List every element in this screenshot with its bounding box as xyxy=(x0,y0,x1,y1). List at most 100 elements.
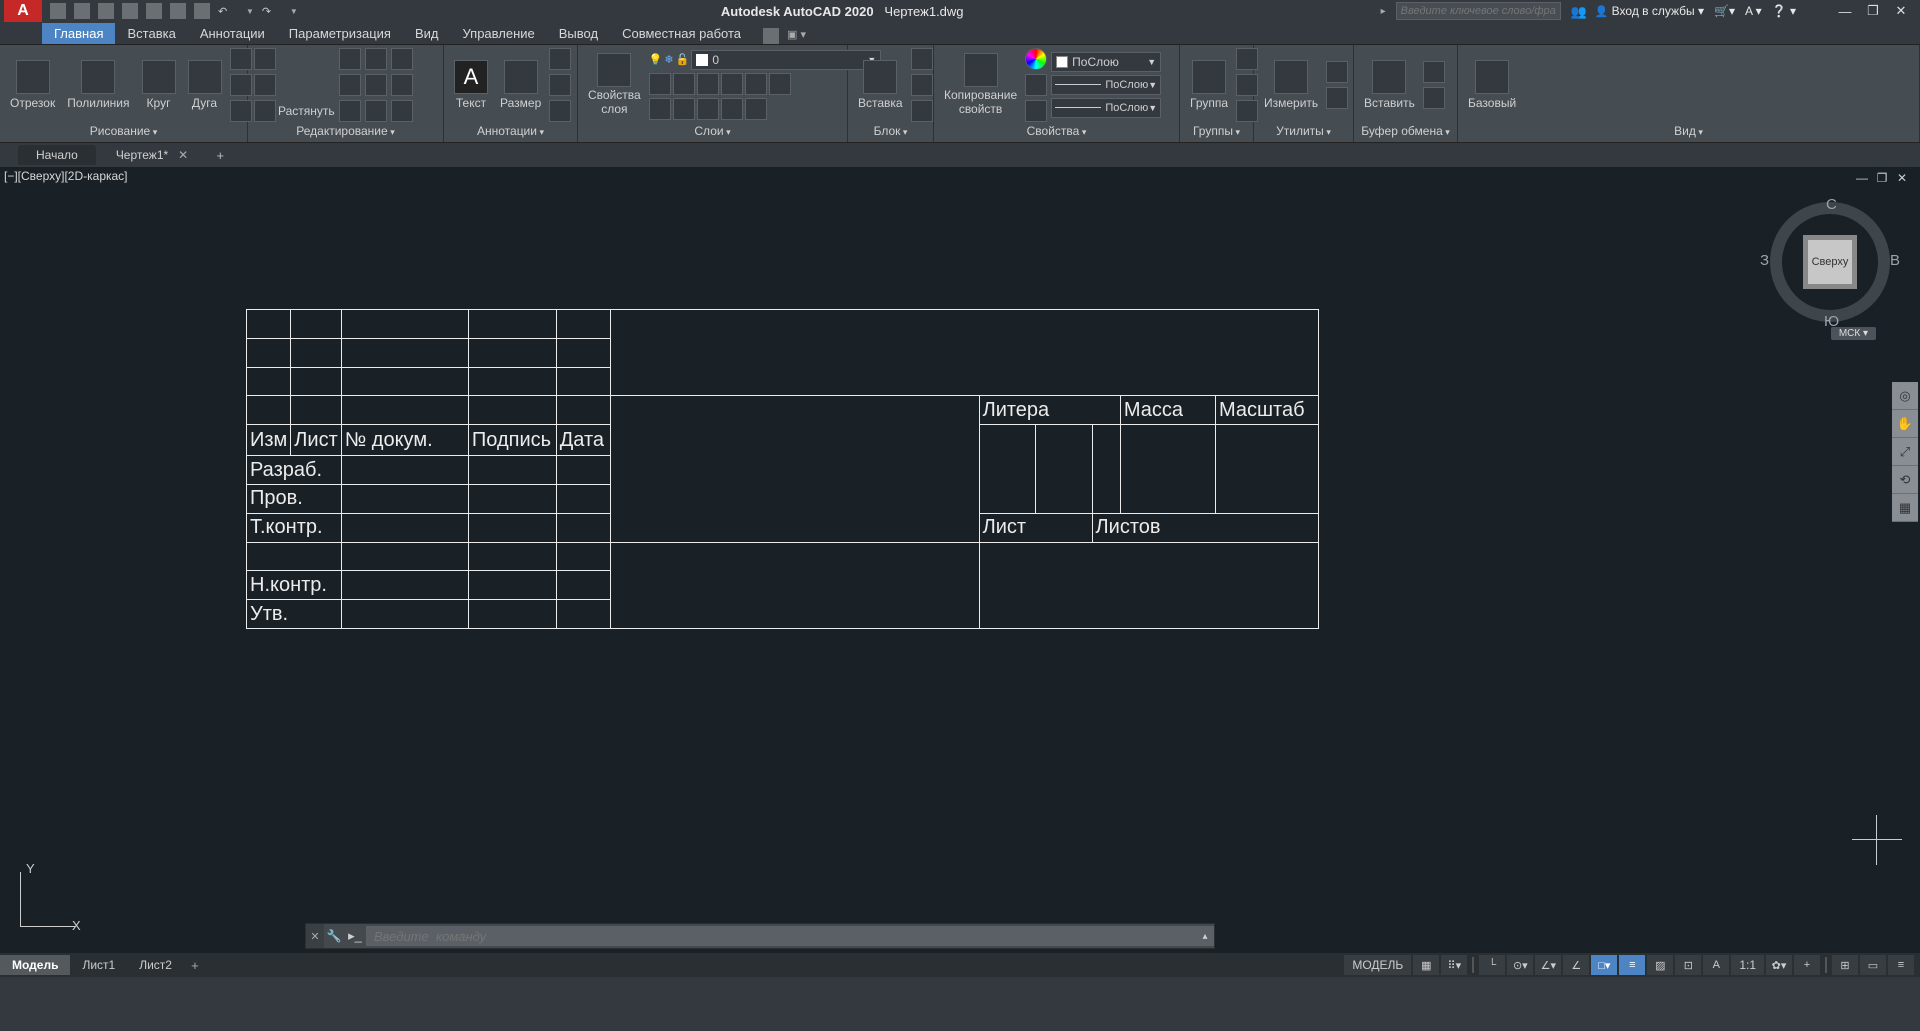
annoscale-toggle[interactable]: A xyxy=(1703,955,1729,975)
polyline-button[interactable]: Полилиния xyxy=(63,60,133,110)
compass-n[interactable]: С xyxy=(1826,196,1837,213)
model-space-button[interactable]: МОДЕЛЬ xyxy=(1344,955,1411,975)
color-wheel-icon[interactable] xyxy=(1025,48,1047,70)
compass-e[interactable]: В xyxy=(1890,252,1900,269)
group-button[interactable]: Группа xyxy=(1186,60,1232,110)
layer-tool1-icon[interactable] xyxy=(649,73,671,95)
units-icon[interactable]: ⊞ xyxy=(1832,955,1858,975)
start-tab[interactable]: Начало xyxy=(18,145,96,165)
util1-icon[interactable] xyxy=(1326,61,1348,83)
mirror-icon[interactable] xyxy=(339,74,361,96)
panel-utils-title[interactable]: Утилиты xyxy=(1254,124,1353,142)
circle-button[interactable]: Круг xyxy=(138,60,180,110)
panel-block-title[interactable]: Блок xyxy=(848,124,933,142)
layer-tool7-icon[interactable] xyxy=(649,98,671,120)
ribbon-more-icon[interactable]: ▣ ▾ xyxy=(787,28,806,44)
dimension-button[interactable]: Размер xyxy=(496,60,545,110)
quick-props-icon[interactable]: ▭ xyxy=(1860,955,1886,975)
match-props-button[interactable]: Копирование свойств xyxy=(940,53,1021,115)
color-combo[interactable]: ПоСлою▼ xyxy=(1051,52,1161,72)
base-view-button[interactable]: Базовый xyxy=(1464,60,1520,110)
layer-tool10-icon[interactable] xyxy=(721,98,743,120)
ortho-toggle[interactable]: └ xyxy=(1479,955,1505,975)
rotate-icon[interactable] xyxy=(339,48,361,70)
paste-button[interactable]: Вставить xyxy=(1360,60,1419,110)
panel-modify-title[interactable]: Редактирование xyxy=(248,124,443,142)
viewcube[interactable]: Сверху С Ю В З xyxy=(1770,202,1890,322)
copy-clip-icon[interactable] xyxy=(1423,87,1445,109)
customization-icon[interactable]: ≡ xyxy=(1888,955,1914,975)
tab-view[interactable]: Вид xyxy=(403,23,451,44)
orbit-icon[interactable]: ⟲ xyxy=(1892,466,1918,494)
undo-menu[interactable]: ▼ xyxy=(246,7,254,16)
layer-tool6-icon[interactable] xyxy=(769,73,791,95)
search-arrow[interactable]: ▸ xyxy=(1381,6,1386,17)
isodraft-toggle[interactable]: ∠▾ xyxy=(1535,955,1561,975)
cmd-close-icon[interactable]: ✕ xyxy=(306,924,324,948)
panel-view-title[interactable]: Вид xyxy=(1458,124,1919,142)
cut-icon[interactable] xyxy=(1423,61,1445,83)
panel-draw-title[interactable]: Рисование xyxy=(0,124,247,142)
qnew-icon[interactable] xyxy=(50,3,66,19)
array-icon[interactable] xyxy=(365,100,387,122)
autodesk-icon[interactable]: A ▾ xyxy=(1745,4,1762,18)
layout-model-tab[interactable]: Модель xyxy=(0,955,70,975)
redo-button[interactable]: ↷ xyxy=(262,3,282,19)
edit-block-icon[interactable] xyxy=(911,74,933,96)
cycling-toggle[interactable]: ⊡ xyxy=(1675,955,1701,975)
featured-apps-icon[interactable] xyxy=(763,28,779,44)
layer-tool9-icon[interactable] xyxy=(697,98,719,120)
snap-toggle[interactable]: ⠿▾ xyxy=(1441,955,1467,975)
panel-layers-title[interactable]: Слои xyxy=(578,124,847,142)
drawing-canvas[interactable]: [−][Сверху][2D-каркас] — ❐ ✕ Литера Масс… xyxy=(0,167,1920,953)
vp-min-icon[interactable]: — xyxy=(1854,171,1870,185)
wcs-button[interactable]: МСК ▾ xyxy=(1831,327,1876,340)
anno-scale-button[interactable]: 1:1 xyxy=(1731,955,1764,975)
panel-annot-title[interactable]: Аннотации xyxy=(444,124,577,142)
annotation-monitor-icon[interactable]: + xyxy=(1794,955,1820,975)
web-icon[interactable] xyxy=(146,3,162,19)
move-icon[interactable] xyxy=(254,48,276,70)
tab-collaborate[interactable]: Совместная работа xyxy=(610,23,753,44)
panel-groups-title[interactable]: Группы xyxy=(1180,124,1253,142)
layout-sheet1-tab[interactable]: Лист1 xyxy=(70,955,127,975)
arc-button[interactable]: Дуга xyxy=(184,60,226,110)
help-icon[interactable]: ❔ ▾ xyxy=(1772,4,1796,18)
cart-icon[interactable]: 🛒▾ xyxy=(1714,4,1735,18)
showmotion-icon[interactable]: ▦ xyxy=(1892,494,1918,522)
line-button[interactable]: Отрезок xyxy=(6,60,59,110)
close-tab-icon[interactable]: ✕ xyxy=(178,148,188,162)
layout-sheet2-tab[interactable]: Лист2 xyxy=(127,955,184,975)
transparency-toggle[interactable]: ▨ xyxy=(1647,955,1673,975)
lineweight-combo[interactable]: ПоСлою ▼ xyxy=(1051,75,1161,95)
osnap-2d-toggle[interactable]: □▾ xyxy=(1591,955,1617,975)
layer-tool8-icon[interactable] xyxy=(673,98,695,120)
cmd-customize-icon[interactable]: 🔧 xyxy=(324,929,344,943)
trim-icon[interactable] xyxy=(365,48,387,70)
vp-max-icon[interactable]: ❐ xyxy=(1874,171,1890,185)
search-input[interactable] xyxy=(1396,2,1561,20)
props-tool3-icon[interactable] xyxy=(1025,100,1047,122)
close-button[interactable]: ✕ xyxy=(1892,2,1910,20)
share-icon[interactable]: 👥 xyxy=(1571,4,1585,18)
saveas-icon[interactable] xyxy=(122,3,138,19)
undo-button[interactable]: ↶ xyxy=(218,3,238,19)
grid-toggle[interactable]: ▦ xyxy=(1413,955,1439,975)
drawing-tab[interactable]: Чертеж1*✕ xyxy=(98,145,206,165)
command-input[interactable] xyxy=(366,926,1196,946)
zoom-extents-icon[interactable]: ⤢ xyxy=(1892,438,1918,466)
panel-props-title[interactable]: Свойства xyxy=(934,124,1179,142)
new-tab-button[interactable]: + xyxy=(208,145,232,165)
redo-menu[interactable]: ▼ xyxy=(290,7,298,16)
tab-manage[interactable]: Управление xyxy=(450,23,546,44)
tab-annotate[interactable]: Аннотации xyxy=(188,23,277,44)
account-button[interactable]: 👤 Вход в службы ▾ xyxy=(1595,4,1704,18)
copy-icon[interactable] xyxy=(254,74,276,96)
save-icon[interactable] xyxy=(98,3,114,19)
polar-toggle[interactable]: ⊙▾ xyxy=(1507,955,1533,975)
explode-icon[interactable] xyxy=(391,74,413,96)
layer-tool3-icon[interactable] xyxy=(697,73,719,95)
text-button[interactable]: AТекст xyxy=(450,60,492,110)
tab-parametric[interactable]: Параметризация xyxy=(277,23,403,44)
print-icon[interactable] xyxy=(194,3,210,19)
